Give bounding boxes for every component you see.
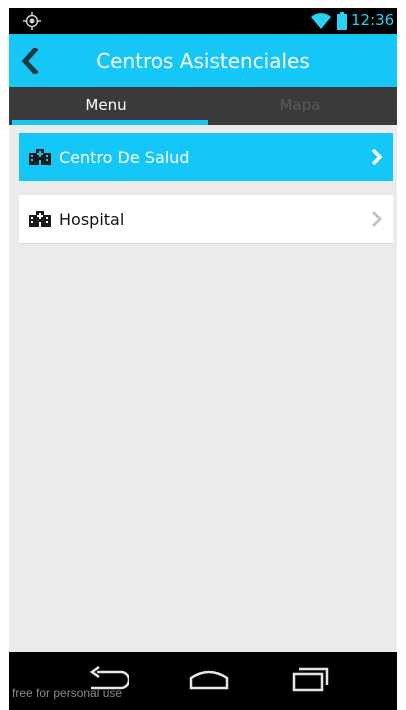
hospital-building-icon <box>29 149 51 165</box>
nav-recents-icon[interactable] <box>289 666 329 692</box>
tab-selected-indicator <box>12 120 208 125</box>
gps-icon <box>23 12 41 30</box>
watermark: free for personal use <box>12 686 123 700</box>
tab-mapa[interactable]: Mapa <box>203 87 397 125</box>
status-time: 12:36 <box>351 11 395 29</box>
chevron-right-icon <box>371 148 383 166</box>
status-bar: 12:36 <box>9 8 397 34</box>
app-bar: Centros Asistenciales <box>9 34 397 87</box>
wifi-icon <box>311 13 331 29</box>
phone-screen: 12:36 Centros Asistenciales Menu Mapa Ce… <box>9 8 397 710</box>
hospital-building-icon <box>29 211 51 227</box>
chevron-right-icon <box>371 210 383 228</box>
android-nav-bar <box>9 652 397 710</box>
battery-icon <box>337 12 347 30</box>
nav-home-icon[interactable] <box>187 666 231 692</box>
list-item-centro-de-salud[interactable]: Centro De Salud <box>19 133 393 181</box>
list-item-label: Hospital <box>59 209 125 229</box>
list-item-label: Centro De Salud <box>59 147 190 167</box>
list-item-hospital[interactable]: Hospital <box>19 195 393 244</box>
page-title: Centros Asistenciales <box>96 49 310 73</box>
